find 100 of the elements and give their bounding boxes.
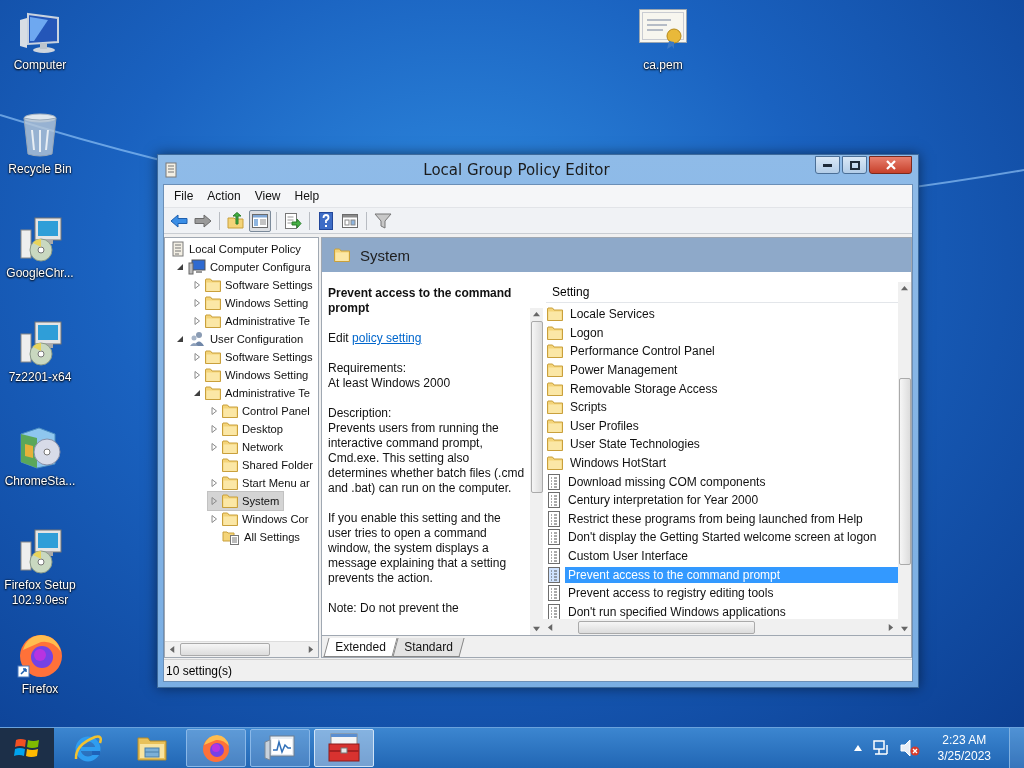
clock-time[interactable]: 2:23 AM: [942, 732, 987, 748]
policy-icon: [547, 603, 561, 619]
setting-row[interactable]: Prevent access to registry editing tools: [543, 583, 898, 603]
expand-arrow-icon[interactable]: [208, 407, 220, 415]
setting-row[interactable]: Don't display the Getting Started welcome screen at logon: [543, 528, 898, 547]
desktop-icon-label[interactable]: 7z2201-x64: [1, 370, 79, 385]
policy-icon: [547, 510, 561, 527]
setting-row[interactable]: User Profiles: [543, 416, 898, 436]
taskbar-button[interactable]: [250, 729, 310, 767]
scroll-up-arrow-icon[interactable]: [901, 285, 908, 292]
scroll-left-arrow-icon[interactable]: [547, 623, 554, 631]
vertical-scrollbar[interactable]: [898, 282, 911, 635]
scroll-right-arrow-icon[interactable]: [887, 623, 894, 631]
expand-arrow-icon[interactable]: [191, 353, 203, 361]
expand-arrow-icon[interactable]: [191, 299, 203, 307]
tree-item[interactable]: Control Panel: [208, 402, 314, 420]
toolbox-icon: [327, 733, 361, 763]
policy-icon: [547, 473, 561, 490]
folder-icon: [547, 381, 563, 396]
folder-icon: [205, 314, 221, 328]
policy-setting-link[interactable]: policy setting: [352, 331, 422, 345]
maximize-icon: [849, 160, 860, 170]
desktop-icon-label[interactable]: Recycle Bin: [1, 162, 79, 177]
scroll-down-arrow-icon[interactable]: [533, 625, 540, 632]
setting-row[interactable]: Download missing COM components: [543, 472, 898, 491]
minimize-icon: [823, 163, 832, 167]
tree-item[interactable]: Start Menu ar: [208, 474, 314, 492]
desktop-icon-label[interactable]: ca.pem: [624, 58, 702, 73]
view-tab[interactable]: Extended: [323, 638, 398, 657]
setting-row[interactable]: Removable Storage Access: [543, 379, 898, 398]
tree-item[interactable]: Windows Cor: [208, 510, 313, 528]
tree-item[interactable]: Network: [208, 438, 288, 456]
network-icon[interactable]: [871, 739, 890, 757]
tree-item[interactable]: Shared Folder: [208, 456, 317, 474]
setting-row[interactable]: Windows HotStart: [543, 453, 898, 473]
tree-item[interactable]: User Configuration: [174, 330, 308, 348]
description-label: Description:: [328, 406, 392, 420]
setting-row[interactable]: Century interpretation for Year 2000: [543, 490, 898, 510]
muted-speaker-icon[interactable]: [899, 739, 920, 757]
tree-item[interactable]: Windows Setting: [191, 366, 313, 384]
tree-item[interactable]: Desktop: [208, 420, 288, 438]
desktop-icon-label[interactable]: Computer: [1, 58, 79, 73]
tree-item[interactable]: Software Settings: [191, 276, 317, 294]
menu-item[interactable]: Action: [200, 186, 248, 206]
policy-icon: [547, 566, 561, 583]
setting-row[interactable]: Scripts: [543, 397, 898, 417]
horizontal-scrollbar[interactable]: [165, 641, 318, 657]
expand-arrow-icon[interactable]: [208, 515, 220, 523]
settings-list-icon: [222, 529, 240, 545]
tree-item[interactable]: All Settings: [208, 528, 304, 546]
menu-item[interactable]: File: [167, 186, 201, 206]
expand-arrow-icon[interactable]: [191, 281, 203, 289]
tree-item[interactable]: Computer Configura: [174, 258, 315, 276]
show-hidden-icons-arrow-icon[interactable]: [853, 745, 862, 751]
tree-item[interactable]: Software Settings: [191, 348, 317, 366]
setting-row[interactable]: Power Management: [543, 360, 898, 380]
clock-date[interactable]: 3/25/2023: [937, 748, 991, 764]
vertical-scrollbar[interactable]: [530, 308, 543, 635]
tree-item[interactable]: Administrative Te: [191, 384, 314, 402]
tree-item[interactable]: System: [208, 492, 284, 510]
expand-arrow-icon[interactable]: [208, 479, 220, 487]
folder-icon: [547, 400, 563, 415]
menu-item[interactable]: Help: [287, 186, 327, 206]
tree-item[interactable]: Windows Setting: [191, 294, 313, 312]
taskbar-button[interactable]: [186, 729, 246, 767]
desktop-icon-label[interactable]: ChromeSta...: [1, 474, 79, 489]
scroll-up-arrow-icon[interactable]: [533, 311, 540, 318]
setting-row[interactable]: Performance Control Panel: [543, 342, 898, 361]
setting-row[interactable]: Locale Services: [543, 305, 898, 324]
close-button[interactable]: [869, 156, 912, 174]
up-folder-button[interactable]: [225, 209, 247, 232]
view-tab[interactable]: Standard: [392, 638, 464, 657]
start-button[interactable]: [0, 728, 54, 768]
scroll-down-arrow-icon[interactable]: [901, 625, 908, 632]
taskbar-button[interactable]: [314, 729, 374, 767]
show-tree-button[interactable]: [249, 209, 271, 232]
scroll-left-arrow-icon[interactable]: [169, 646, 176, 653]
setting-row[interactable]: Custom User Interface: [543, 546, 898, 566]
recycle-bin-icon: [20, 112, 60, 158]
folder-icon: [222, 422, 238, 436]
menu-item[interactable]: View: [247, 186, 288, 206]
folder-icon: [222, 404, 238, 418]
tree-item[interactable]: Administrative Te: [191, 312, 314, 330]
desktop-icon-label[interactable]: Firefox Setup 102.9.0esr: [1, 578, 79, 608]
expand-arrow-icon[interactable]: [191, 371, 203, 379]
folder-icon: [547, 325, 563, 340]
minimize-button[interactable]: [815, 156, 840, 174]
setting-row[interactable]: Logon: [543, 323, 898, 343]
setting-row[interactable]: Don't run specified Windows applications: [543, 602, 898, 619]
tree-item[interactable]: Local Computer Policy: [171, 240, 305, 258]
setting-row[interactable]: User State Technologies: [543, 435, 898, 454]
expand-arrow-icon[interactable]: [208, 425, 220, 433]
setting-row[interactable]: Restrict these programs from being launched from Help: [543, 509, 898, 529]
folder-icon: [547, 307, 563, 322]
desktop-icon-label[interactable]: GoogleChr...: [1, 266, 79, 281]
expand-arrow-icon[interactable]: [191, 317, 203, 325]
scroll-right-arrow-icon[interactable]: [307, 646, 314, 653]
maximize-button[interactable]: [842, 156, 867, 174]
desktop-icon-label[interactable]: Firefox: [1, 682, 79, 697]
expand-arrow-icon[interactable]: [208, 443, 220, 451]
